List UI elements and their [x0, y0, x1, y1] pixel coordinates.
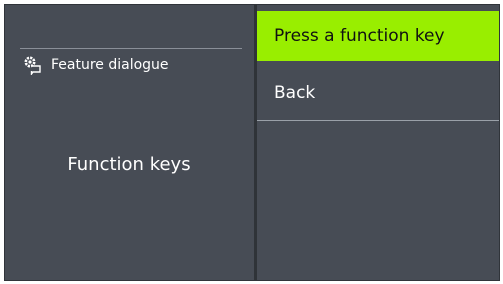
- function-keys-title: Function keys: [67, 154, 191, 175]
- menu-item-back[interactable]: Back: [257, 65, 499, 121]
- feature-dialogue-row: Feature dialogue: [23, 55, 169, 75]
- menu-item-press-function-key[interactable]: Press a function key: [257, 11, 499, 61]
- divider: [20, 48, 242, 49]
- menu-item-label: Press a function key: [274, 26, 445, 46]
- feature-dialogue-label: Feature dialogue: [51, 57, 169, 73]
- menu-divider: [257, 120, 499, 121]
- menu-item-label: Back: [274, 83, 316, 103]
- left-panel: Feature dialogue Function keys: [5, 5, 253, 280]
- dialog-frame: Feature dialogue Function keys Press a f…: [4, 4, 500, 281]
- menu-panel: Press a function key Back: [257, 5, 499, 280]
- settings-chat-icon: [23, 55, 43, 75]
